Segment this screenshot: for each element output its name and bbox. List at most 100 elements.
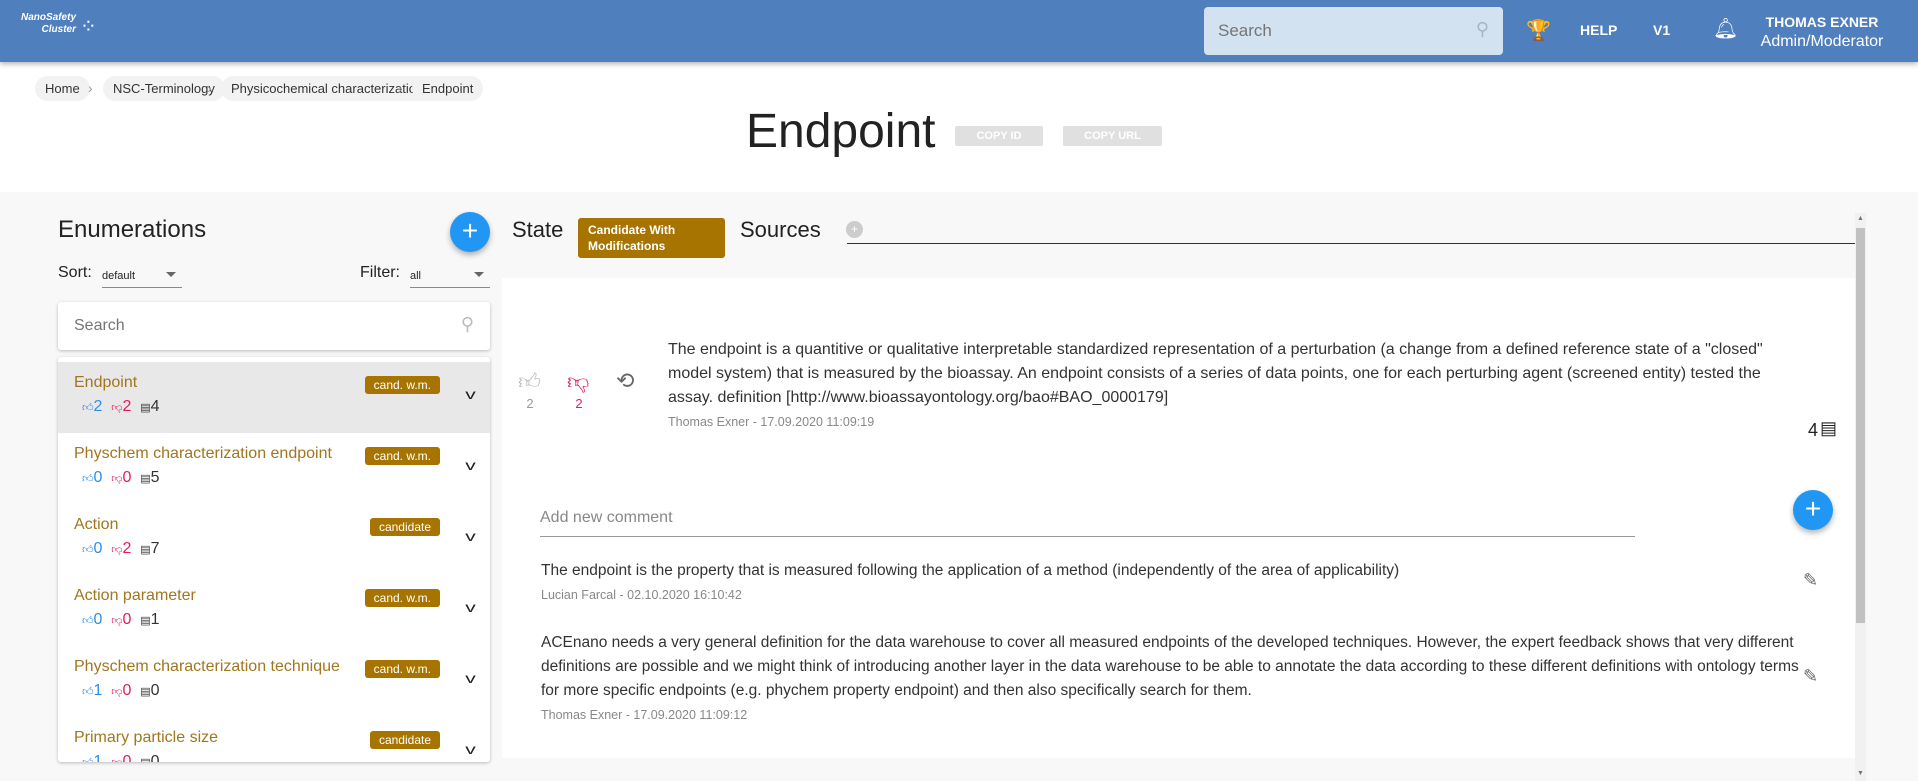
status-badge: cand. w.m. [364,589,440,607]
user-role: Admin/Moderator [1760,33,1884,50]
chevron-down-icon[interactable]: v [465,741,476,757]
thumbs-up-icon: 👍︎ [82,615,94,627]
scroll-up-arrow-icon[interactable]: ▲ [1857,215,1864,222]
status-badge: candidate [369,731,440,749]
edit-icon[interactable]: ✎ [1803,666,1818,687]
comment-meta: Lucian Farcal - 02.10.2020 16:10:42 [541,588,742,602]
downvote-count: 0 [122,682,132,699]
enumeration-item[interactable]: Action parameter cand. w.m. 👍︎0 👎︎0 ▤1 v [58,575,490,646]
enumeration-name: Physchem characterization technique [74,658,340,675]
status-badge: cand. w.m. [364,447,440,465]
upvote-count: 2 [526,396,534,411]
downvote-count: 0 [122,469,132,486]
dropdown-arrow-icon [166,272,176,277]
top-app-bar: NanoSafetyCluster ⁘ ⚲ 🏆 HELP V1 🔔︎ THOMA… [0,0,1918,62]
chevron-down-icon[interactable]: v [465,386,476,402]
nanosafety-cluster-logo[interactable]: NanoSafety Cluster [18,12,76,36]
thumbs-down-icon[interactable]: 👎︎ [567,368,589,395]
breadcrumb-separator: › [88,80,93,96]
enumeration-item[interactable]: Endpoint cand. w.m. 👍︎2 👎︎2 ▤4 v [58,362,490,433]
thumbs-down-icon: 👎︎ [111,473,123,485]
trophy-icon[interactable]: 🏆 [1526,18,1551,43]
search-icon[interactable]: ⚲ [1476,19,1489,40]
comment: ACEnano needs a very general definition … [541,631,1801,727]
comment-icon: ▤ [140,473,151,485]
thumbs-up-icon: 👍︎ [82,473,94,485]
enumeration-item[interactable]: Physchem characterization endpoint cand.… [58,433,490,504]
enumeration-stats: 👍︎0 👎︎2 ▤7 [82,540,160,558]
upvote-count: 1 [93,682,103,699]
header-search-input[interactable] [1204,7,1444,55]
enumeration-stats: 👍︎0 👎︎0 ▤1 [82,611,160,629]
enumerations-title: Enumerations [58,216,207,243]
comment-meta: Thomas Exner - 17.09.2020 11:09:12 [541,708,748,722]
add-enumeration-button[interactable]: + [450,212,490,252]
thumbs-up-icon: 👍︎ [82,402,94,414]
chevron-down-icon[interactable]: v [465,457,476,473]
help-link[interactable]: HELP [1580,22,1617,38]
breadcrumb-endpoint[interactable]: Endpoint [412,76,484,101]
scrollbar-thumb[interactable] [1856,228,1865,623]
definition-block: The endpoint is a quantitive or qualitat… [668,338,1798,434]
enumeration-item[interactable]: Primary particle size candidate 👍︎1 👎︎0 … [58,717,490,762]
filter-value: all [410,270,422,282]
filter-select[interactable]: all [410,266,490,288]
comment: The endpoint is the property that is mea… [541,559,1801,607]
downvote-count: 2 [575,396,583,411]
downvote-count: 2 [122,540,132,557]
state-badge[interactable]: Candidate With Modifications [578,218,725,258]
enumeration-search[interactable]: ⚲ [58,302,490,350]
comment-text: ACEnano needs a very general definition … [541,634,1799,699]
comment-text: The endpoint is the property that is mea… [541,562,1400,579]
enumeration-name: Action [74,516,119,533]
comment-icon: ▤ [140,757,150,762]
version-link[interactable]: V1 [1653,22,1670,38]
comment-icon: ▤ [140,544,151,556]
comment-count: 1 [150,611,160,628]
notifications-bell-icon[interactable]: 🔔︎ [1713,16,1738,41]
header-search[interactable]: ⚲ [1204,7,1503,55]
sort-select[interactable]: default [102,266,182,288]
add-comment-input[interactable]: Add new comment [540,509,1635,537]
enumeration-stats: 👍︎1 👎︎0 ▤0 [82,753,160,762]
add-comment-button[interactable]: + [1793,490,1833,530]
comment-icon[interactable]: ▤ [1820,418,1837,439]
comment-count: 5 [150,469,160,486]
upvote-count: 0 [93,469,103,486]
sort-label: Sort: [58,264,92,281]
thumbs-up-icon: 👍︎ [82,544,94,556]
enumeration-item[interactable]: Action candidate 👍︎0 👎︎2 ▤7 v [58,504,490,575]
comment-count: 4 [1808,420,1819,440]
copy-id-button[interactable]: COPY ID [955,126,1043,146]
comment-icon: ▤ [140,402,151,414]
copy-url-button[interactable]: COPY URL [1063,126,1162,146]
enumeration-search-input[interactable] [58,302,418,350]
thumbs-up-icon[interactable]: 👍︎ [518,368,541,395]
status-badge: candidate [369,518,440,536]
upvote-count: 0 [93,540,103,557]
chevron-down-icon[interactable]: v [465,528,476,544]
thumbs-down-icon: 👎︎ [111,615,123,627]
enumeration-item[interactable]: Physchem characterization technique cand… [58,646,490,717]
edit-icon[interactable]: ✎ [1803,570,1818,591]
downvote-count: 2 [122,398,132,415]
breadcrumb-home[interactable]: Home [35,76,90,101]
history-icon[interactable]: ⟲ [616,368,634,394]
upvote-count: 0 [93,611,103,628]
comment-count: 4 [150,398,160,415]
add-source-button[interactable]: + [846,221,863,238]
comment-count: 0 [150,682,160,699]
search-icon[interactable]: ⚲ [461,314,474,335]
dropdown-arrow-icon [474,272,484,277]
enumeration-name: Physchem characterization endpoint [74,445,332,462]
upvote-count: 2 [93,398,103,415]
definition-meta: Thomas Exner - 17.09.2020 11:09:19 [668,415,875,429]
chevron-down-icon[interactable]: v [465,670,476,686]
scroll-down-arrow-icon[interactable]: ▼ [1857,770,1864,777]
chevron-down-icon[interactable]: v [465,599,476,615]
comment-icon: ▤ [140,615,151,627]
sources-input-underline[interactable] [847,243,1855,244]
enumeration-list: Endpoint cand. w.m. 👍︎2 👎︎2 ▤4 v Physchem… [58,357,490,762]
user-menu[interactable]: THOMAS EXNER Admin/Moderator [1752,14,1892,51]
thumbs-down-icon: 👎︎ [111,757,122,762]
